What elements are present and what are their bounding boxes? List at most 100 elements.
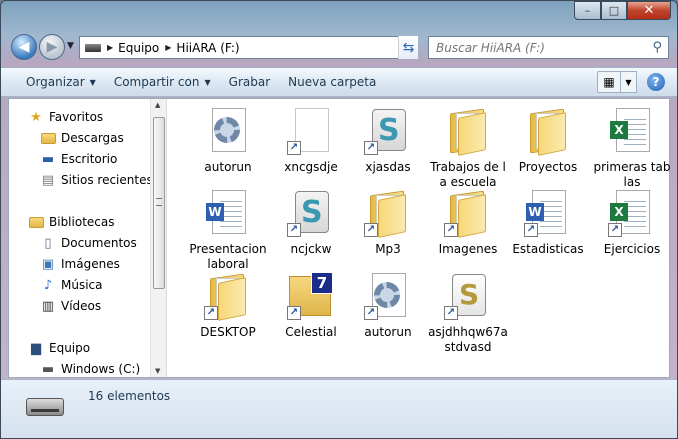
search-input[interactable]: [429, 37, 639, 58]
new-folder-button[interactable]: Nueva carpeta: [279, 71, 385, 93]
back-button[interactable]: ◀: [11, 34, 37, 60]
search-icon[interactable]: ⚲: [652, 40, 662, 55]
file-item[interactable]: W Presentacion laboral: [188, 189, 268, 272]
file-item[interactable]: ↗ DESKTOP: [188, 272, 268, 340]
navigation-pane: ★ Favoritos Descargas ▬ Escritorio ▤ Sitios…: [9, 99, 167, 377]
sidebar-item-descargas[interactable]: Descargas: [40, 128, 124, 148]
burn-button[interactable]: Grabar: [220, 71, 280, 93]
file-item[interactable]: ↗ xncgsdje: [271, 107, 351, 175]
sidebar-item-label: Documentos: [61, 236, 137, 250]
chevron-down-icon: ▼: [204, 77, 211, 87]
sidebar-item-imagenes[interactable]: ▣ Imágenes: [40, 254, 120, 274]
file-label: DESKTOP: [200, 325, 256, 339]
refresh-button[interactable]: ⇆: [398, 36, 418, 59]
file-item[interactable]: autorun: [188, 107, 268, 175]
history-dropdown[interactable]: ▼: [67, 41, 74, 51]
file-item[interactable]: S ↗ xjasdas: [348, 107, 428, 175]
scroll-down-icon[interactable]: ▼: [155, 367, 160, 375]
desktop-icon: ▬: [41, 151, 55, 167]
file-item[interactable]: 7 ↗ Celestial: [271, 272, 351, 340]
sidebar-item-documentos[interactable]: ▯ Documentos: [40, 233, 137, 253]
file-label: primeras tablas: [593, 160, 671, 189]
sidebar-favorites-label: Favoritos: [49, 110, 104, 124]
hard-drive-icon: ▬: [41, 361, 55, 377]
title-bar[interactable]: – □ ✕: [1, 1, 677, 27]
file-label: Celestial: [285, 325, 337, 339]
forward-button[interactable]: ▶: [39, 34, 65, 60]
file-label: Proyectos: [518, 160, 578, 174]
settings-file-icon: [204, 107, 252, 155]
share-button[interactable]: Compartir con ▼: [105, 71, 220, 93]
sidebar-item-label: Escritorio: [61, 152, 118, 166]
file-item[interactable]: ↗ Imagenes: [428, 189, 508, 257]
sidebar-libraries-label: Bibliotecas: [49, 215, 115, 229]
file-label: ncjckw: [290, 242, 332, 256]
view-dropdown[interactable]: ▼: [621, 71, 637, 93]
batch-file-icon: S ↗: [444, 272, 492, 320]
sidebar-item-escritorio[interactable]: ▬ Escritorio: [40, 149, 118, 169]
shortcut-arrow-icon: ↗: [364, 141, 378, 155]
pictures-icon: ▣: [41, 256, 55, 272]
file-label: Mp3: [375, 242, 401, 256]
file-label: autorun: [204, 160, 252, 174]
arrow-right-icon: ▶: [46, 39, 58, 55]
scrollbar-thumb[interactable]: [153, 117, 165, 289]
sidebar-item-videos[interactable]: ▥ Vídeos: [40, 296, 101, 316]
file-label: Trabajos de la escuela: [430, 160, 506, 189]
search-box[interactable]: ⚲: [428, 36, 669, 59]
sidebar-item-label: Descargas: [61, 131, 124, 145]
folder-icon: ↗: [444, 189, 492, 238]
folder-icon: [444, 107, 492, 156]
scroll-up-icon[interactable]: ▲: [155, 101, 160, 109]
sidebar-item-windows-c[interactable]: ▬ Windows (C:): [40, 359, 140, 377]
file-label: Presentacion laboral: [189, 242, 267, 271]
chevron-right-icon[interactable]: ▶: [165, 43, 171, 52]
file-label: Imagenes: [438, 242, 498, 256]
file-item[interactable]: Xprimeras tablas: [592, 107, 672, 190]
address-bar[interactable]: ▶ Equipo ▶ HiiARA (F:) ▼: [79, 36, 418, 59]
sidebar-item-label: Vídeos: [61, 299, 102, 313]
sidebar-favorites[interactable]: ★ Favoritos: [28, 107, 103, 127]
file-item[interactable]: ↗ autorun: [348, 272, 428, 340]
sidebar-item-label: Sitios recientes: [61, 173, 153, 187]
arrow-left-icon: ◀: [18, 39, 30, 55]
sidebar-item-musica[interactable]: ♪ Música: [40, 275, 103, 295]
file-item[interactable]: Proyectos: [508, 107, 588, 175]
sidebar-item-label: Imágenes: [61, 257, 120, 271]
sidebar-libraries[interactable]: Bibliotecas: [28, 212, 114, 232]
star-icon: ★: [30, 109, 42, 125]
view-toggle-button[interactable]: ▦: [597, 71, 621, 93]
sidebar-computer-label: Equipo: [49, 341, 91, 355]
sidebar-computer[interactable]: ▆ Equipo: [28, 338, 90, 358]
close-button[interactable]: ✕: [627, 1, 671, 20]
file-label: autorun: [364, 325, 412, 339]
breadcrumb-drive[interactable]: HiiARA (F:): [176, 41, 239, 55]
documents-icon: ▯: [44, 235, 52, 251]
details-pane: 16 elementos: [1, 379, 677, 438]
shortcut-arrow-icon: ↗: [444, 223, 458, 237]
removable-drive-icon: [26, 398, 64, 416]
breadcrumb-equipo[interactable]: Equipo: [118, 41, 159, 55]
file-item[interactable]: W ↗ Estadisticas: [508, 189, 588, 257]
help-button[interactable]: ?: [647, 73, 665, 91]
file-item[interactable]: X ↗ Ejercicios: [592, 189, 672, 257]
file-item[interactable]: S ↗ ncjckw: [271, 189, 351, 257]
file-item[interactable]: Trabajos de la escuela: [428, 107, 508, 190]
maximize-button[interactable]: □: [601, 1, 627, 20]
file-item[interactable]: S ↗ asjdhhqw67astdvasd: [428, 272, 508, 355]
blank-file-icon: ↗: [287, 107, 335, 155]
chevron-down-icon: ▼: [89, 77, 96, 87]
script-file-icon: S ↗: [364, 107, 412, 155]
sidebar-item-sitios-recientes[interactable]: ▤ Sitios recientes: [40, 170, 153, 190]
script-file-icon: S ↗: [287, 189, 335, 237]
sidebar-item-label: Música: [61, 278, 103, 292]
folder-icon: ↗: [364, 189, 412, 238]
organize-button[interactable]: Organizar ▼: [17, 71, 105, 93]
library-icon: [28, 214, 44, 230]
sidebar-scrollbar[interactable]: ▲ ▼: [150, 99, 166, 377]
chevron-right-icon[interactable]: ▶: [107, 43, 113, 52]
minimize-button[interactable]: –: [574, 1, 601, 20]
file-item[interactable]: ↗ Mp3: [348, 189, 428, 257]
folder-icon: [524, 107, 572, 156]
archive-icon: 7 ↗: [287, 272, 335, 320]
